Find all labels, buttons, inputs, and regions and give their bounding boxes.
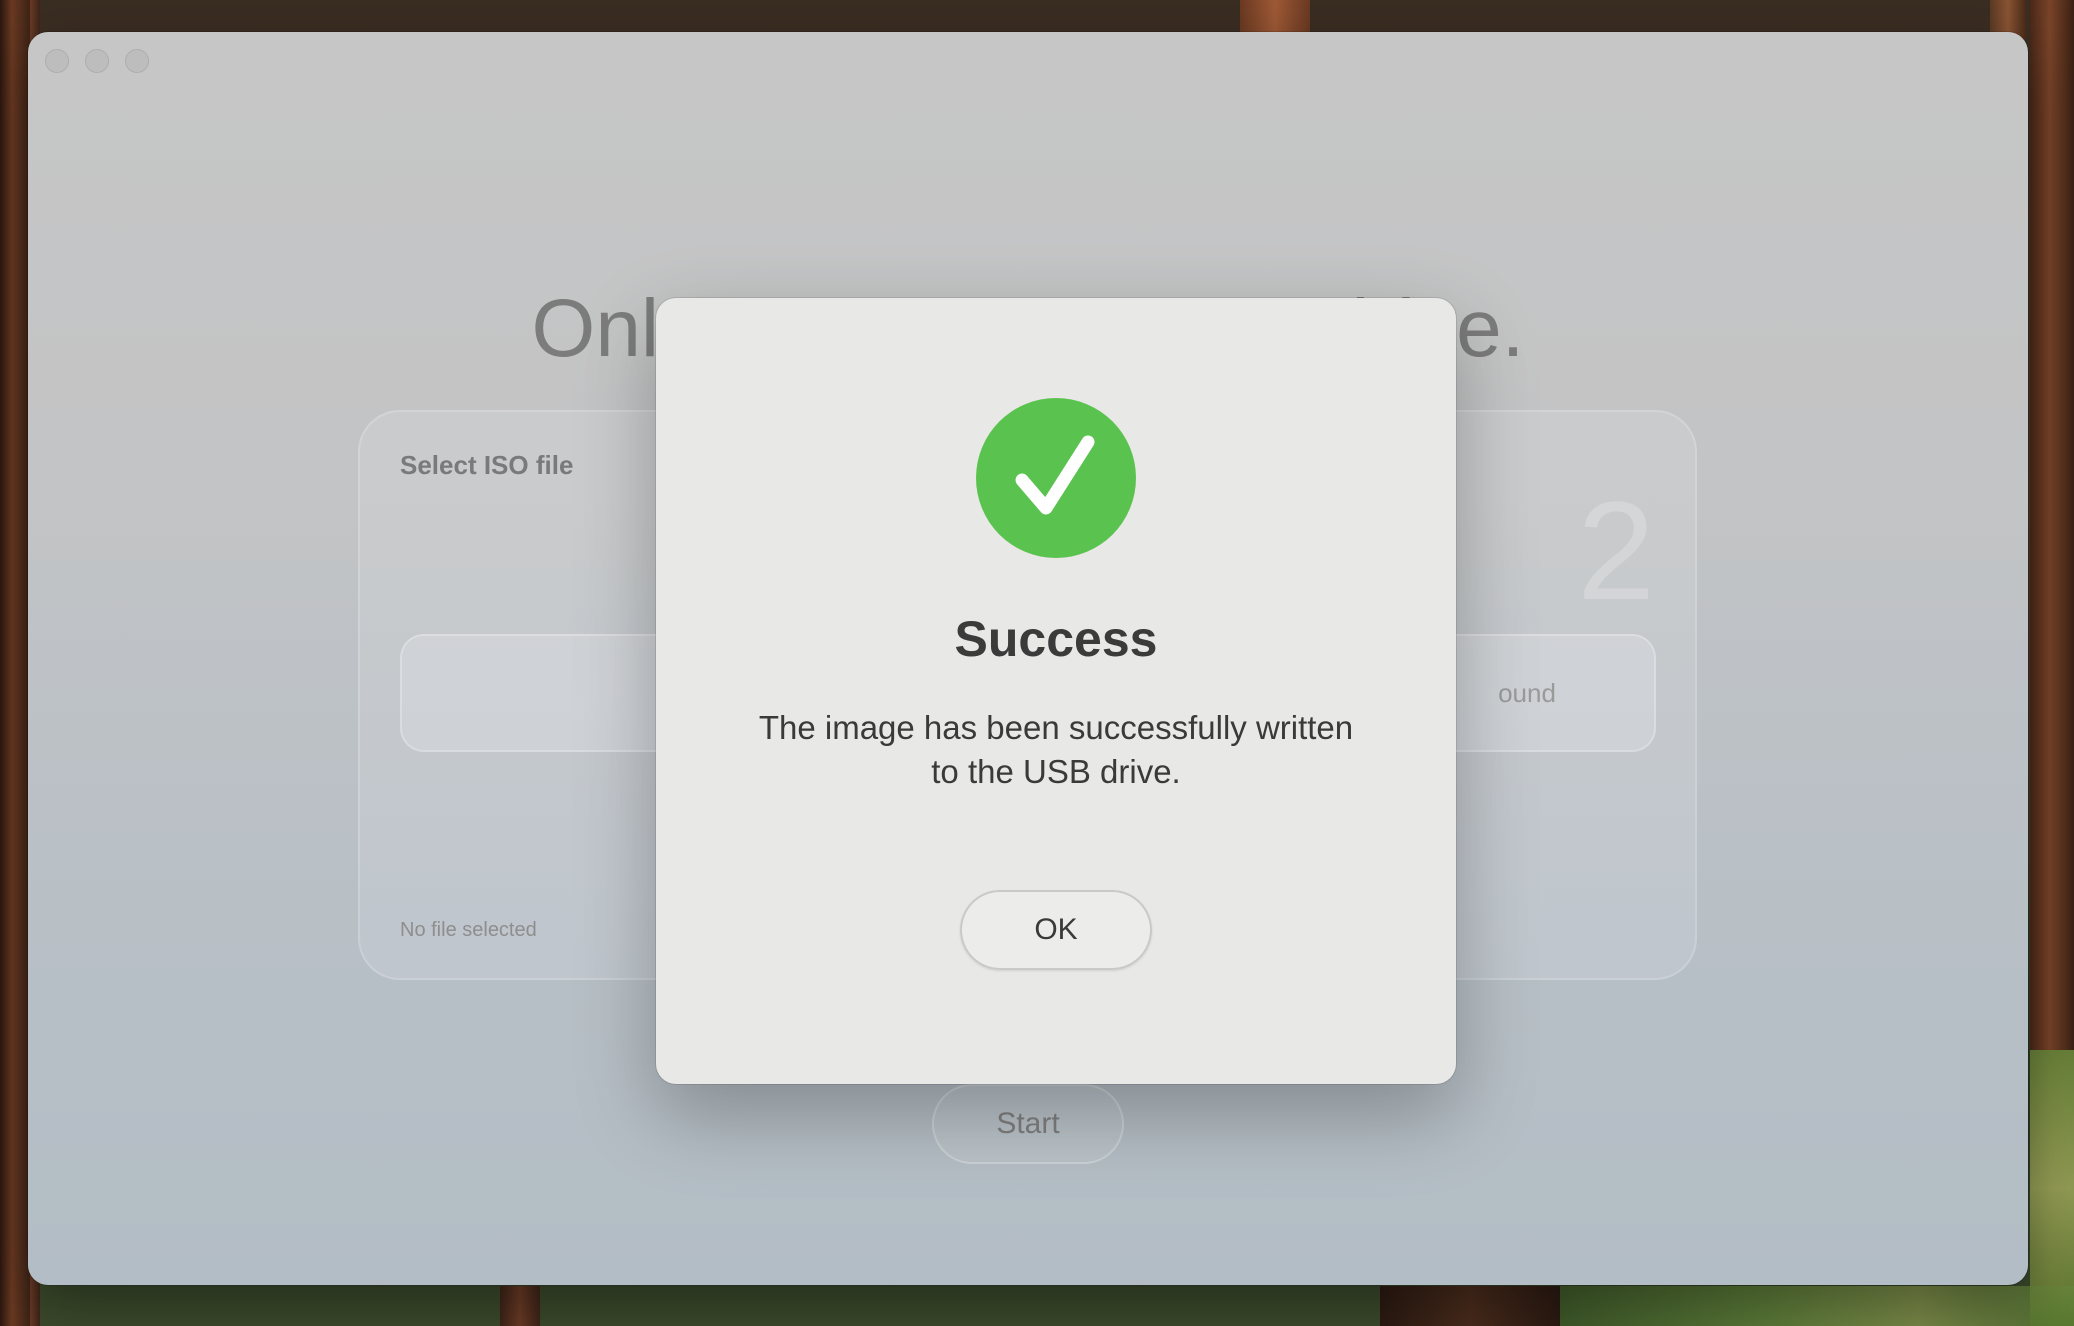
file-status: No file selected <box>400 919 537 941</box>
start-button-label: Start <box>996 1107 1060 1140</box>
wallpaper-tree-trunk <box>0 0 30 1326</box>
wallpaper-tree-trunk <box>500 1286 540 1326</box>
card-title: Select ISO file <box>400 450 574 480</box>
success-dialog: Success The image has been successfully … <box>656 298 1456 1084</box>
app-window: Only sdrive. Select ISO file Se No file … <box>28 32 2028 1285</box>
ok-button[interactable]: OK <box>960 890 1152 970</box>
dialog-message: The image has been successfully written … <box>758 709 1354 790</box>
select-drive-button-label: ound <box>1498 677 1556 708</box>
checkmark-circle-icon <box>976 398 1136 558</box>
dialog-title: Success <box>954 611 1158 667</box>
window-zoom-button[interactable] <box>125 49 149 73</box>
wallpaper-foliage <box>1560 1286 2074 1326</box>
step-number: 2 <box>1577 472 1655 629</box>
window-close-button[interactable] <box>45 49 69 73</box>
start-button[interactable]: Start <box>932 1084 1124 1164</box>
ok-button-label: OK <box>1034 913 1078 946</box>
wallpaper-tree-trunk <box>1380 1286 1560 1326</box>
wallpaper-foliage <box>2030 1050 2074 1326</box>
window-minimize-button[interactable] <box>85 49 109 73</box>
